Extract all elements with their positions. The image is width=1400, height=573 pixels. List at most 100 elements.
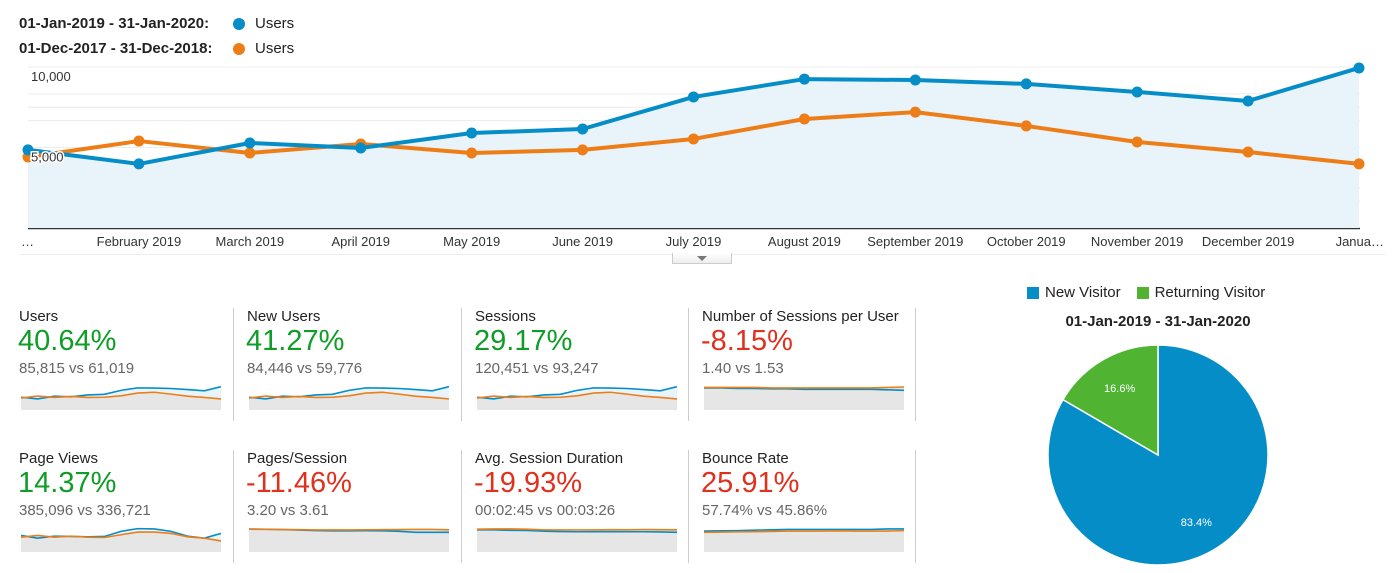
scorecard-change: 25.91% [701, 467, 800, 499]
pie-legend-returning-visitor[interactable]: Returning Visitor [1136, 284, 1266, 301]
y-tick-label: 10,000 [31, 69, 71, 84]
x-tick-label: May 2019 [443, 234, 500, 249]
scorecard-change: -8.15% [701, 325, 793, 357]
scorecard-divider [461, 308, 462, 421]
scorecard-divider [915, 450, 916, 563]
data-point-previous[interactable] [466, 147, 478, 159]
data-point-current[interactable] [1242, 95, 1254, 107]
data-point-current[interactable] [688, 91, 699, 103]
sparkline [477, 385, 677, 410]
legend-range: 01-Jan-2019 - 31-Jan-2020: [19, 15, 210, 32]
scorecard-title: Users [19, 308, 59, 325]
data-point-previous[interactable] [1242, 146, 1254, 158]
scorecard-title: Number of Sessions per User [702, 308, 899, 325]
scorecard-divider [688, 450, 689, 563]
legend-swatch-icon [1136, 286, 1149, 299]
expand-chart-button[interactable] [672, 253, 732, 264]
legend-entry-current[interactable]: 01-Jan-2019 - 31-Jan-2020: Users [19, 11, 294, 36]
scorecard-title: Pages/Session [247, 450, 348, 467]
scorecard-change: -11.46% [246, 467, 352, 499]
scorecard-title: Page Views [19, 450, 98, 467]
sparkline [21, 527, 221, 552]
y-tick-label: 5,000 [31, 150, 64, 165]
data-point-current[interactable] [909, 74, 921, 86]
x-tick-label: October 2019 [987, 234, 1066, 249]
scorecard-number-of-sessions-per-user[interactable]: Number of Sessions per User -8.15% 1.40 vs… [701, 308, 917, 426]
pie-slice-label: 16.6% [1104, 383, 1135, 395]
scorecard-title: New Users [247, 308, 321, 325]
scorecard-comparison: 84,446 vs 59,776 [247, 360, 363, 377]
x-tick-label: March 2019 [216, 234, 285, 249]
pie-legend-new-visitor[interactable]: New Visitor [1027, 284, 1121, 301]
data-point-previous[interactable] [798, 113, 810, 125]
sparkline [249, 528, 449, 552]
scorecard-comparison: 3.20 vs 3.61 [247, 502, 329, 519]
legend-dot-icon [233, 42, 245, 55]
scorecard-comparison: 57.74% vs 45.86% [702, 502, 828, 519]
x-tick-label: July 2019 [666, 234, 722, 249]
scorecard-title: Avg. Session Duration [475, 450, 624, 467]
data-point-previous[interactable] [688, 133, 699, 145]
visitor-type-pie-chart: 83.4% 16.6% [1047, 344, 1269, 566]
users-line-chart: 10,000 5,000 … February 2019 March 2019 Apri… [20, 62, 1385, 255]
scorecard-title: Bounce Rate [702, 450, 789, 467]
scorecard-title: Sessions [475, 308, 536, 325]
sparkline-area-previous [704, 530, 904, 552]
scorecard-change: 29.17% [474, 325, 573, 357]
scorecard-comparison: 85,815 vs 61,019 [19, 360, 135, 377]
x-tick-label: June 2019 [552, 234, 613, 249]
sparkline-area-previous [704, 386, 904, 410]
pie-legend: New Visitor Returning Visitor [1027, 284, 1281, 301]
data-point-previous[interactable] [909, 106, 921, 118]
data-point-previous[interactable] [1353, 158, 1365, 170]
sparkline-previous [249, 528, 449, 531]
data-point-current[interactable] [244, 137, 256, 149]
legend-dot-icon [233, 17, 245, 30]
scorecard-comparison: 385,096 vs 336,721 [19, 502, 151, 519]
data-point-current[interactable] [133, 158, 145, 170]
sparkline [21, 385, 221, 410]
sparkline-previous [704, 386, 904, 389]
data-point-current[interactable] [1131, 86, 1143, 98]
scorecard-change: 14.37% [18, 467, 117, 499]
scorecard-sessions[interactable]: Sessions 29.17% 120,451 vs 93,247 [474, 308, 690, 426]
sparkline-previous [477, 528, 677, 531]
scorecard-comparison: 00:02:45 vs 00:03:26 [475, 502, 616, 519]
sparkline [477, 528, 677, 552]
data-point-previous[interactable] [133, 135, 145, 147]
sparkline [704, 528, 904, 552]
x-tick-label: December 2019 [1202, 234, 1295, 249]
x-tick-label: September 2019 [867, 234, 963, 249]
sparkline [704, 386, 904, 410]
scorecard-pages-session[interactable]: Pages/Session -11.46% 3.20 vs 3.61 [246, 450, 462, 568]
legend-metric: Users [255, 15, 295, 32]
legend-label: Returning Visitor [1154, 284, 1266, 301]
scorecard-comparison: 120,451 vs 93,247 [475, 360, 599, 377]
caret-down-icon [697, 255, 707, 261]
data-point-previous[interactable] [244, 147, 256, 159]
legend-swatch-icon [1027, 286, 1039, 299]
scorecard-page-views[interactable]: Page Views 14.37% 385,096 vs 336,721 [18, 450, 234, 568]
data-point-previous[interactable] [577, 144, 589, 156]
scorecard-bounce-rate[interactable]: Bounce Rate 25.91% 57.74% vs 45.86% [701, 450, 917, 568]
legend-label: New Visitor [1045, 284, 1121, 301]
scorecard-change: 40.64% [18, 325, 117, 357]
scorecard-divider [461, 450, 462, 563]
x-tick-label: April 2019 [331, 234, 390, 249]
data-point-current[interactable] [355, 142, 367, 154]
scorecard-new-users[interactable]: New Users 41.27% 84,446 vs 59,776 [246, 308, 462, 426]
data-point-previous[interactable] [1020, 120, 1032, 132]
x-tick-label: February 2019 [97, 234, 182, 249]
data-point-current[interactable] [1353, 62, 1365, 74]
scorecard-divider [688, 308, 689, 421]
scorecard-divider [233, 308, 234, 421]
data-point-current[interactable] [577, 123, 589, 135]
scorecard-change: -19.93% [474, 467, 583, 499]
scorecard-avg-session-duration[interactable]: Avg. Session Duration -19.93% 00:02:45 vs … [474, 450, 690, 568]
data-point-previous[interactable] [1131, 136, 1143, 148]
x-tick-label: August 2019 [768, 234, 841, 249]
data-point-current[interactable] [466, 127, 478, 139]
data-point-current[interactable] [798, 73, 810, 85]
scorecard-users[interactable]: Users 40.64% 85,815 vs 61,019 [18, 308, 234, 426]
data-point-current[interactable] [1020, 78, 1032, 90]
